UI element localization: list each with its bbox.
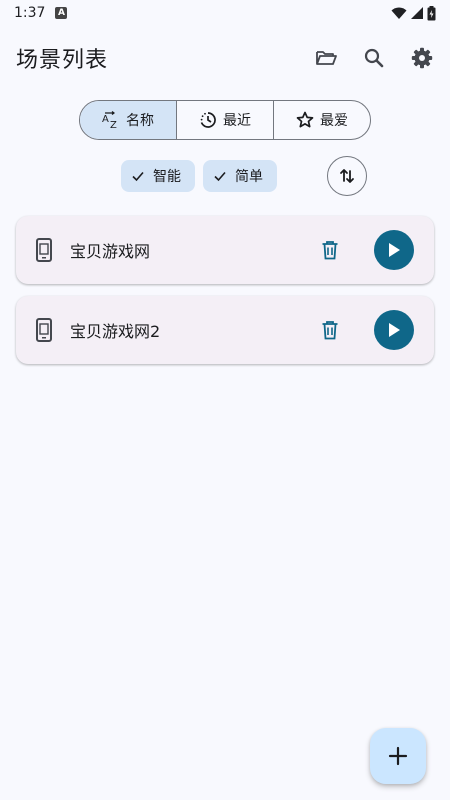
play-icon bbox=[389, 323, 400, 337]
signal-icon bbox=[411, 7, 423, 19]
star-icon bbox=[296, 111, 314, 128]
tab-sort-recent[interactable]: 最近 bbox=[177, 101, 274, 139]
page-title: 场景列表 bbox=[16, 48, 109, 73]
run-scene-button[interactable] bbox=[374, 310, 414, 350]
filter-chips: 智能 简单 bbox=[121, 160, 277, 192]
check-icon bbox=[132, 171, 144, 182]
open-folder-button[interactable] bbox=[302, 34, 350, 82]
recent-clock-icon bbox=[200, 112, 216, 128]
plus-icon bbox=[388, 746, 408, 766]
search-button[interactable] bbox=[350, 34, 398, 82]
status-time: 1:37 bbox=[14, 5, 46, 21]
sort-order-button[interactable] bbox=[327, 156, 367, 196]
app-bar-actions bbox=[302, 34, 450, 82]
settings-icon bbox=[411, 47, 433, 69]
top-app-bar: 场景列表 bbox=[0, 30, 450, 86]
swap-vertical-icon bbox=[340, 169, 354, 183]
scene-name: 宝贝游戏网2 bbox=[70, 322, 161, 341]
filter-chip-smart[interactable]: 智能 bbox=[121, 160, 195, 192]
run-scene-button[interactable] bbox=[374, 230, 414, 270]
filter-chip-simple-label: 简单 bbox=[235, 169, 263, 185]
status-indicators bbox=[391, 5, 436, 21]
settings-button[interactable] bbox=[398, 34, 446, 82]
scene-name: 宝贝游戏网 bbox=[70, 242, 151, 261]
folder-open-icon bbox=[316, 51, 337, 65]
delete-icon bbox=[322, 321, 338, 340]
phone-icon bbox=[32, 238, 56, 262]
phone-icon bbox=[32, 318, 56, 342]
play-icon bbox=[389, 243, 400, 257]
tab-sort-favorite[interactable]: 最爱 bbox=[274, 101, 370, 139]
tab-sort-name-label: 名称 bbox=[126, 113, 154, 129]
filter-chip-smart-label: 智能 bbox=[153, 169, 181, 185]
scene-card[interactable]: 宝贝游戏网 bbox=[16, 216, 434, 284]
check-icon bbox=[214, 171, 226, 182]
scene-card[interactable]: 宝贝游戏网2 bbox=[16, 296, 434, 364]
add-scene-fab[interactable] bbox=[370, 728, 426, 784]
tab-sort-recent-label: 最近 bbox=[223, 113, 251, 129]
svg-text:A: A bbox=[102, 114, 109, 125]
filter-chip-simple[interactable]: 简单 bbox=[203, 160, 277, 192]
tab-sort-name[interactable]: A Z 名称 bbox=[80, 101, 177, 139]
battery-icon bbox=[427, 5, 436, 20]
sort-segmented-control: A Z 名称 最近 最爱 bbox=[79, 100, 371, 140]
search-icon bbox=[364, 48, 384, 68]
tab-sort-favorite-label: 最爱 bbox=[320, 113, 348, 129]
delete-scene-button[interactable] bbox=[310, 310, 350, 350]
delete-scene-button[interactable] bbox=[310, 230, 350, 270]
notification-icon: A bbox=[55, 7, 68, 19]
svg-text:Z: Z bbox=[110, 120, 117, 129]
status-bar: 1:37 A bbox=[0, 0, 450, 26]
sort-az-icon: A Z bbox=[102, 111, 117, 129]
delete-icon bbox=[322, 241, 338, 260]
wifi-icon bbox=[391, 7, 407, 19]
